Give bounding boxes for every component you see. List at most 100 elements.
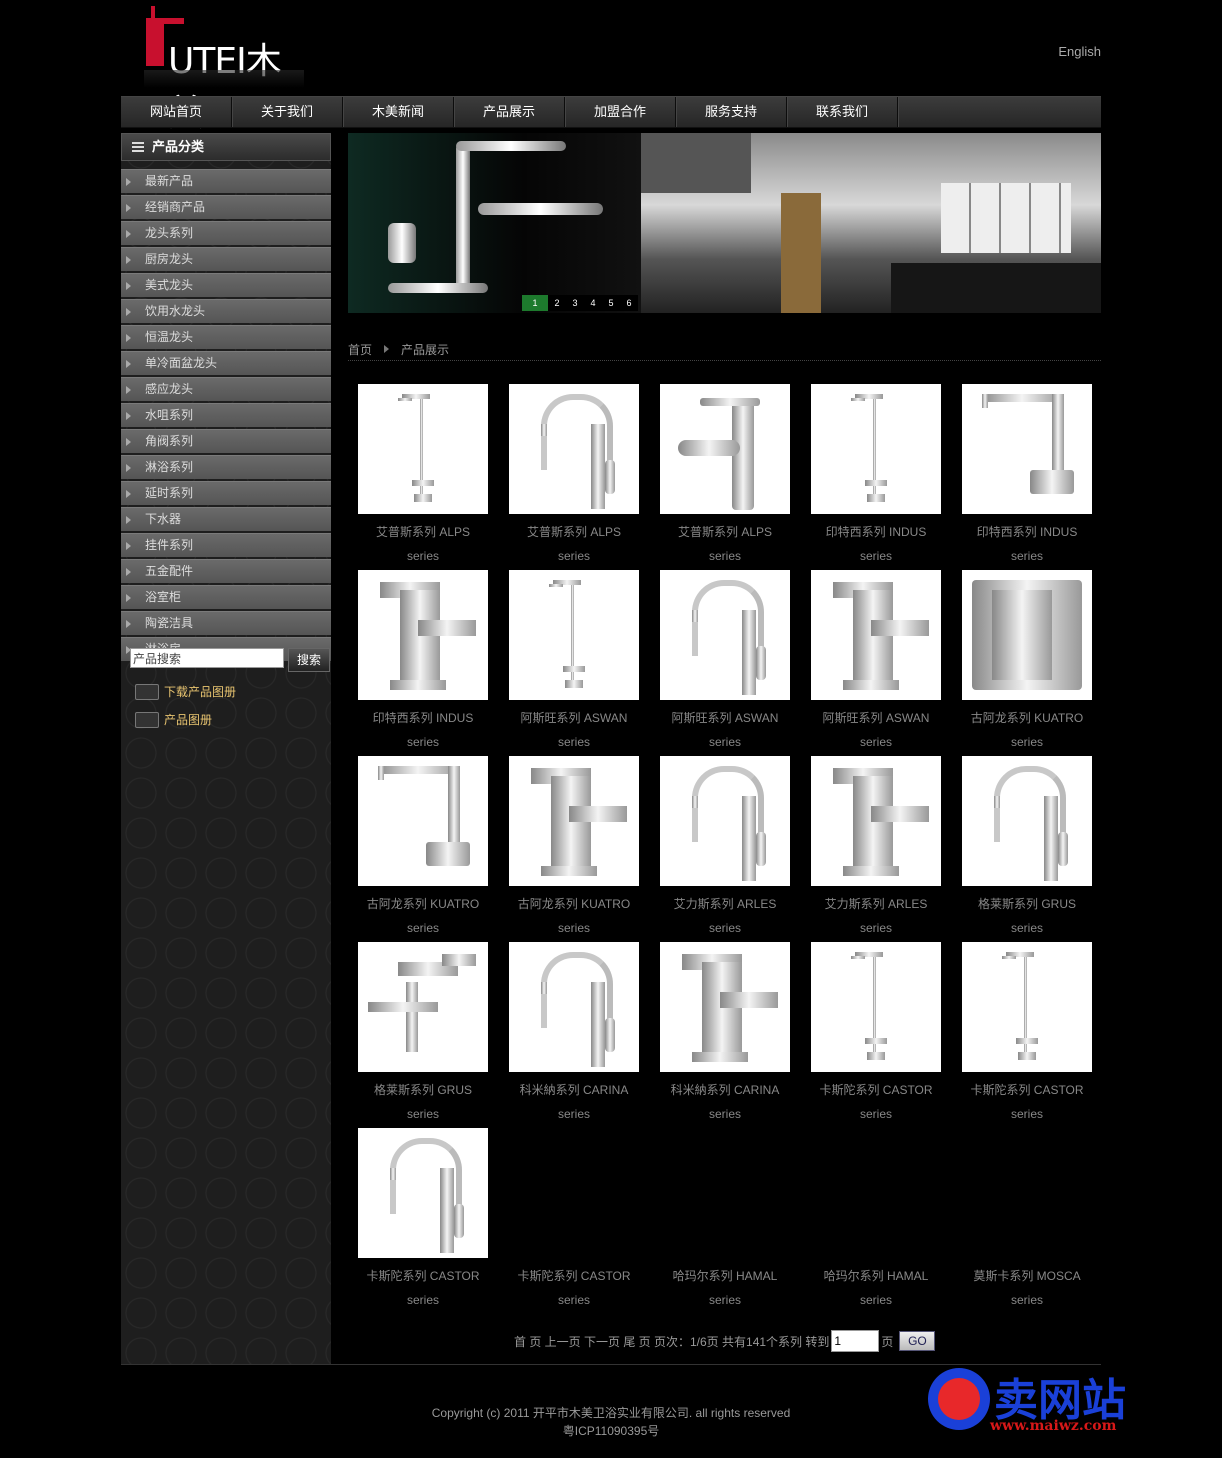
product-card[interactable]: 哈玛尔系列 HAMALseries	[811, 1128, 941, 1312]
product-image[interactable]	[660, 756, 790, 886]
product-card[interactable]: 印特西系列 INDUSseries	[811, 384, 941, 568]
category-item[interactable]: 单冷面盆龙头	[121, 351, 331, 375]
product-caption[interactable]: 卡斯陀系列 CASTORseries	[952, 1078, 1102, 1126]
catalog-link[interactable]: 产品图册	[135, 711, 212, 728]
product-card[interactable]: 科米納系列 CARINAseries	[509, 942, 639, 1126]
category-item[interactable]: 延时系列	[121, 481, 331, 505]
product-card[interactable]: 古阿龙系列 KUATROseries	[358, 756, 488, 940]
product-image[interactable]	[811, 756, 941, 886]
nav-item[interactable]: 联系我们	[787, 97, 898, 127]
product-image[interactable]	[509, 942, 639, 1072]
breadcrumb-home[interactable]: 首页	[348, 341, 372, 358]
nav-item[interactable]: 产品展示	[454, 97, 565, 127]
category-item[interactable]: 美式龙头	[121, 273, 331, 297]
product-image[interactable]	[811, 384, 941, 514]
product-card[interactable]: 艾普斯系列 ALPSseries	[660, 384, 790, 568]
product-image[interactable]	[358, 1128, 488, 1258]
banner-page-button[interactable]: 1	[522, 295, 548, 311]
category-item[interactable]: 五金配件	[121, 559, 331, 583]
product-caption[interactable]: 印特西系列 INDUSseries	[348, 706, 498, 754]
product-image[interactable]	[358, 384, 488, 514]
product-image[interactable]	[811, 942, 941, 1072]
product-image[interactable]	[962, 942, 1092, 1072]
english-link[interactable]: English	[1058, 44, 1101, 59]
product-image[interactable]	[962, 384, 1092, 514]
product-image[interactable]	[358, 756, 488, 886]
product-caption[interactable]: 艾力斯系列 ARLESseries	[650, 892, 800, 940]
product-caption[interactable]: 卡斯陀系列 CASTORseries	[348, 1264, 498, 1312]
product-image[interactable]	[811, 570, 941, 700]
category-item[interactable]: 最新产品	[121, 169, 331, 193]
product-card[interactable]: 古阿龙系列 KUATROseries	[962, 570, 1092, 754]
product-image[interactable]	[509, 384, 639, 514]
product-card[interactable]: 艾力斯系列 ARLESseries	[811, 756, 941, 940]
product-caption[interactable]: 哈玛尔系列 HAMALseries	[801, 1264, 951, 1312]
product-caption[interactable]: 艾普斯系列 ALPSseries	[650, 520, 800, 568]
go-button[interactable]: GO	[899, 1331, 935, 1351]
product-caption[interactable]: 古阿龙系列 KUATROseries	[499, 892, 649, 940]
product-caption[interactable]: 阿斯旺系列 ASWANseries	[499, 706, 649, 754]
page-jump-input[interactable]	[831, 1330, 879, 1352]
product-caption[interactable]: 格莱斯系列 GRUSseries	[348, 1078, 498, 1126]
nav-item[interactable]: 加盟合作	[565, 97, 676, 127]
category-item[interactable]: 挂件系列	[121, 533, 331, 557]
product-caption[interactable]: 莫斯卡系列 MOSCAseries	[952, 1264, 1102, 1312]
category-item[interactable]: 恒温龙头	[121, 325, 331, 349]
product-caption[interactable]: 科米納系列 CARINAseries	[650, 1078, 800, 1126]
product-image[interactable]	[358, 570, 488, 700]
nav-item[interactable]: 服务支持	[676, 97, 787, 127]
product-card[interactable]: 哈玛尔系列 HAMALseries	[660, 1128, 790, 1312]
product-image[interactable]	[660, 570, 790, 700]
nav-item[interactable]: 木美新闻	[343, 97, 454, 127]
product-caption[interactable]: 哈玛尔系列 HAMALseries	[650, 1264, 800, 1312]
category-item[interactable]: 饮用水龙头	[121, 299, 331, 323]
product-caption[interactable]: 卡斯陀系列 CASTORseries	[499, 1264, 649, 1312]
product-card[interactable]: 卡斯陀系列 CASTORseries	[811, 942, 941, 1126]
product-card[interactable]: 格莱斯系列 GRUSseries	[962, 756, 1092, 940]
category-item[interactable]: 经销商产品	[121, 195, 331, 219]
category-item[interactable]: 感应龙头	[121, 377, 331, 401]
site-logo[interactable]: UTEI木美	[144, 4, 304, 92]
banner-page-button[interactable]: 2	[548, 295, 566, 311]
product-caption[interactable]: 古阿龙系列 KUATROseries	[348, 892, 498, 940]
product-card[interactable]: 科米納系列 CARINAseries	[660, 942, 790, 1126]
download-catalog-link[interactable]: 下载产品图册	[135, 683, 236, 700]
category-item[interactable]: 水咀系列	[121, 403, 331, 427]
nav-item[interactable]: 关于我们	[232, 97, 343, 127]
product-image[interactable]	[509, 756, 639, 886]
product-card[interactable]: 阿斯旺系列 ASWANseries	[660, 570, 790, 754]
category-item[interactable]: 淋浴系列	[121, 455, 331, 479]
product-card[interactable]: 艾普斯系列 ALPSseries	[509, 384, 639, 568]
product-caption[interactable]: 印特西系列 INDUSseries	[952, 520, 1102, 568]
product-caption[interactable]: 艾普斯系列 ALPSseries	[499, 520, 649, 568]
product-card[interactable]: 古阿龙系列 KUATROseries	[509, 756, 639, 940]
category-item[interactable]: 浴室柜	[121, 585, 331, 609]
product-image[interactable]	[962, 570, 1092, 700]
product-image[interactable]	[660, 384, 790, 514]
banner-page-button[interactable]: 6	[620, 295, 638, 311]
category-item[interactable]: 陶瓷洁具	[121, 611, 331, 635]
product-image[interactable]	[962, 756, 1092, 886]
product-caption[interactable]: 阿斯旺系列 ASWANseries	[650, 706, 800, 754]
category-item[interactable]: 下水器	[121, 507, 331, 531]
banner-page-button[interactable]: 4	[584, 295, 602, 311]
banner-page-button[interactable]: 5	[602, 295, 620, 311]
product-card[interactable]: 莫斯卡系列 MOSCAseries	[962, 1128, 1092, 1312]
product-caption[interactable]: 古阿龙系列 KUATROseries	[952, 706, 1102, 754]
product-image[interactable]	[509, 570, 639, 700]
banner-slideshow[interactable]: 123456	[348, 133, 1101, 313]
search-button[interactable]: 搜索	[288, 648, 330, 672]
product-caption[interactable]: 格莱斯系列 GRUSseries	[952, 892, 1102, 940]
product-card[interactable]: 卡斯陀系列 CASTORseries	[962, 942, 1092, 1126]
product-caption[interactable]: 科米納系列 CARINAseries	[499, 1078, 649, 1126]
category-item[interactable]: 角阀系列	[121, 429, 331, 453]
product-card[interactable]: 印特西系列 INDUSseries	[962, 384, 1092, 568]
banner-page-button[interactable]: 3	[566, 295, 584, 311]
product-caption[interactable]: 阿斯旺系列 ASWANseries	[801, 706, 951, 754]
product-caption[interactable]: 艾力斯系列 ARLESseries	[801, 892, 951, 940]
product-card[interactable]: 阿斯旺系列 ASWANseries	[811, 570, 941, 754]
product-caption[interactable]: 艾普斯系列 ALPSseries	[348, 520, 498, 568]
product-card[interactable]: 艾普斯系列 ALPSseries	[358, 384, 488, 568]
pagination-text[interactable]: 首 页 上一页 下一页 尾 页 页次：1/6页 共有141个系列 转到	[514, 1333, 829, 1350]
nav-item[interactable]: 网站首页	[121, 97, 232, 127]
